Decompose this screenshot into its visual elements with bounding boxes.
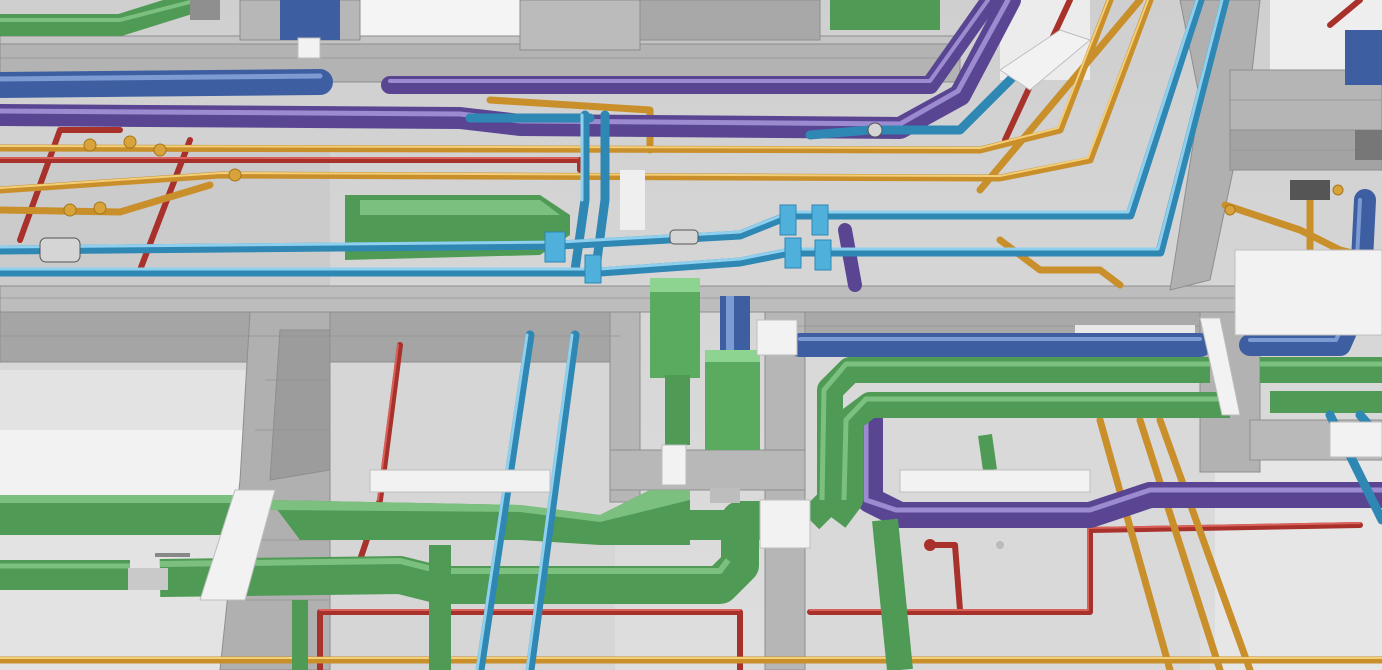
mep-pipework-scene bbox=[0, 0, 1382, 670]
